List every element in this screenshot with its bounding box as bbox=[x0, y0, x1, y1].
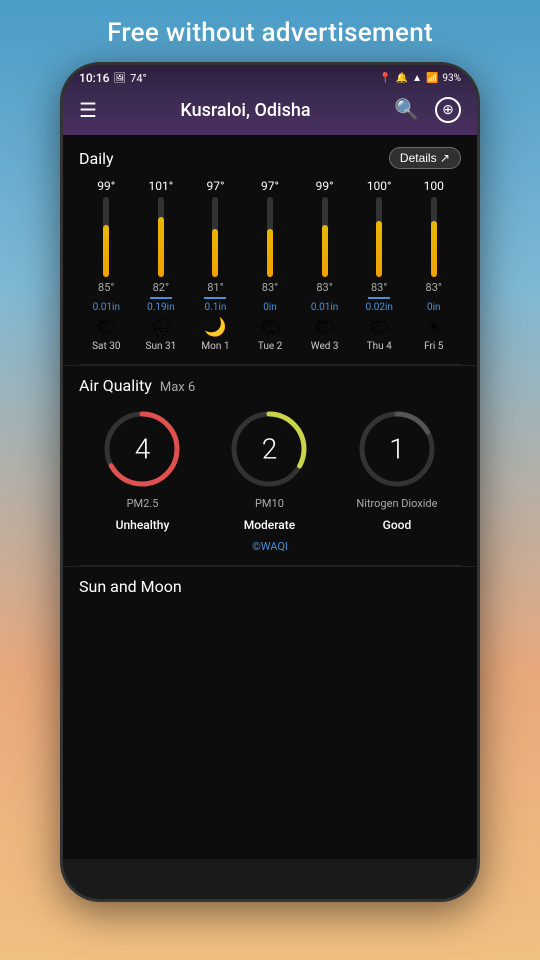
temp-underline bbox=[150, 297, 172, 299]
day-label: Wed 3 bbox=[311, 341, 339, 352]
temp-bar bbox=[431, 197, 437, 277]
day-label: Mon 1 bbox=[201, 341, 229, 352]
aq-title: Air Quality bbox=[79, 376, 152, 395]
aq-pollutant-label: PM2.5 bbox=[127, 497, 159, 510]
search-icon[interactable]: 🔍 bbox=[394, 97, 419, 123]
phone-content: Daily Details ↗ 99° 85° 0.01in 🌤 Sat 30 101° 8… bbox=[63, 135, 477, 859]
day-column: 101° 82° 0.19in 🌧 Sun 31 bbox=[134, 179, 189, 352]
day-label: Tue 2 bbox=[258, 341, 282, 352]
precipitation: 0in bbox=[263, 302, 277, 313]
day-column: 99° 85° 0.01in 🌤 Sat 30 bbox=[79, 179, 134, 352]
daily-forecast: 99° 85° 0.01in 🌤 Sat 30 101° 82° 0.19in 🌧 Sun 31 9… bbox=[79, 179, 461, 352]
day-column: 97° 83° 0in 🌤 Tue 2 bbox=[243, 179, 298, 352]
temp-low: 83° bbox=[371, 281, 387, 294]
temp-bar bbox=[322, 197, 328, 277]
temp-underline bbox=[204, 297, 226, 299]
aq-value: 1 bbox=[389, 433, 405, 466]
wifi-icon: ▲ bbox=[412, 73, 422, 84]
phone-notch-area: 10:16 🖼 74° 📍 🔔 ▲ 📶 93% ☰ Kusraloi, Odis… bbox=[63, 65, 477, 135]
details-button[interactable]: Details ↗ bbox=[389, 147, 461, 169]
nav-bar: ☰ Kusraloi, Odisha 🔍 ⊕ bbox=[63, 89, 477, 135]
aq-status-label: Good bbox=[383, 518, 412, 532]
day-label: Thu 4 bbox=[367, 341, 392, 352]
precipitation: 0in bbox=[427, 302, 441, 313]
day-column: 100 83° 0in ☀ Fri 5 bbox=[406, 179, 461, 352]
volume-icon: 🔔 bbox=[396, 73, 408, 84]
image-icon: 🖼 bbox=[113, 73, 126, 84]
daily-section: Daily Details ↗ 99° 85° 0.01in 🌤 Sat 30 101° 8… bbox=[63, 135, 477, 364]
day-label: Sun 31 bbox=[146, 341, 177, 352]
temp-bar bbox=[212, 197, 218, 277]
temp-low: 83° bbox=[316, 281, 332, 294]
aq-item: 4 PM2.5 Unhealthy bbox=[102, 409, 182, 532]
aq-circle-container: 4 bbox=[102, 409, 182, 489]
aq-status-label: Unhealthy bbox=[116, 518, 170, 532]
status-temp: 74° bbox=[130, 72, 146, 85]
weather-icon-partly-cloudy: 🌤 bbox=[259, 317, 282, 338]
temp-high: 99° bbox=[316, 179, 334, 193]
aq-item: 2 PM10 Moderate bbox=[229, 409, 309, 532]
aq-status-label: Moderate bbox=[244, 518, 295, 532]
temp-high: 100° bbox=[367, 179, 392, 193]
temp-high: 97° bbox=[206, 179, 224, 193]
temp-low: 85° bbox=[98, 281, 114, 294]
location-pin-icon: 📍 bbox=[379, 73, 391, 84]
aq-value: 4 bbox=[135, 433, 151, 466]
weather-icon-sunny: ☀ bbox=[426, 317, 442, 338]
temp-low: 81° bbox=[207, 281, 223, 294]
temp-low: 83° bbox=[262, 281, 278, 294]
air-quality-section: Air Quality Max 6 4 PM2.5 Unhealthy 2 PM… bbox=[63, 365, 477, 565]
weather-icon-partly-cloudy: 🌤 bbox=[368, 317, 391, 338]
promo-banner: Free without advertisement bbox=[0, 0, 540, 62]
aq-circle-container: 2 bbox=[229, 409, 309, 489]
precipitation: 0.02in bbox=[365, 302, 392, 313]
temp-high: 101° bbox=[149, 179, 174, 193]
precipitation: 0.01in bbox=[93, 302, 120, 313]
temp-low: 82° bbox=[153, 281, 169, 294]
precipitation: 0.1in bbox=[205, 302, 227, 313]
temp-high: 99° bbox=[97, 179, 115, 193]
aq-max-label: Max 6 bbox=[160, 380, 195, 395]
battery-status: 93% bbox=[442, 73, 461, 84]
weather-icon-rainy: 🌧 bbox=[149, 317, 172, 338]
aq-item: 1 Nitrogen Dioxide Good bbox=[356, 409, 437, 532]
day-column: 97° 81° 0.1in 🌙 Mon 1 bbox=[188, 179, 243, 352]
signal-icon: 📶 bbox=[426, 73, 438, 84]
temp-high: 100 bbox=[424, 179, 444, 193]
precipitation: 0.01in bbox=[311, 302, 338, 313]
day-column: 100° 83° 0.02in 🌤 Thu 4 bbox=[352, 179, 407, 352]
location-target-icon[interactable]: ⊕ bbox=[435, 97, 461, 123]
aq-value: 2 bbox=[262, 433, 278, 466]
temp-bar bbox=[103, 197, 109, 277]
weather-icon-night: 🌙 bbox=[204, 317, 226, 338]
temp-low: 83° bbox=[426, 281, 442, 294]
aq-circles-container: 4 PM2.5 Unhealthy 2 PM10 Moderate 1 Nitr… bbox=[79, 409, 461, 532]
day-label: Sat 30 bbox=[92, 341, 120, 352]
precipitation: 0.19in bbox=[147, 302, 174, 313]
day-label: Fri 5 bbox=[424, 341, 443, 352]
daily-title: Daily bbox=[79, 149, 114, 168]
waqi-credit[interactable]: ©WAQI bbox=[79, 540, 461, 553]
sun-moon-section: Sun and Moon bbox=[63, 566, 477, 606]
aq-pollutant-label: PM10 bbox=[255, 497, 284, 510]
phone-container: 10:16 🖼 74° 📍 🔔 ▲ 📶 93% ☰ Kusraloi, Odis… bbox=[60, 62, 480, 902]
city-title: Kusraloi, Odisha bbox=[180, 100, 310, 121]
aq-pollutant-label: Nitrogen Dioxide bbox=[356, 497, 437, 510]
weather-icon-partly-cloudy: 🌤 bbox=[95, 317, 118, 338]
day-column: 99° 83° 0.01in 🌤 Wed 3 bbox=[297, 179, 352, 352]
temp-high: 97° bbox=[261, 179, 279, 193]
status-time: 10:16 bbox=[79, 71, 109, 85]
temp-bar bbox=[376, 197, 382, 277]
sun-moon-title: Sun and Moon bbox=[79, 577, 182, 596]
aq-circle-container: 1 bbox=[357, 409, 437, 489]
temp-bar bbox=[158, 197, 164, 277]
temp-bar bbox=[267, 197, 273, 277]
status-bar: 10:16 🖼 74° 📍 🔔 ▲ 📶 93% bbox=[63, 65, 477, 89]
temp-underline bbox=[368, 297, 390, 299]
hamburger-menu-icon[interactable]: ☰ bbox=[79, 98, 97, 122]
weather-icon-partly-cloudy: 🌤 bbox=[313, 317, 336, 338]
